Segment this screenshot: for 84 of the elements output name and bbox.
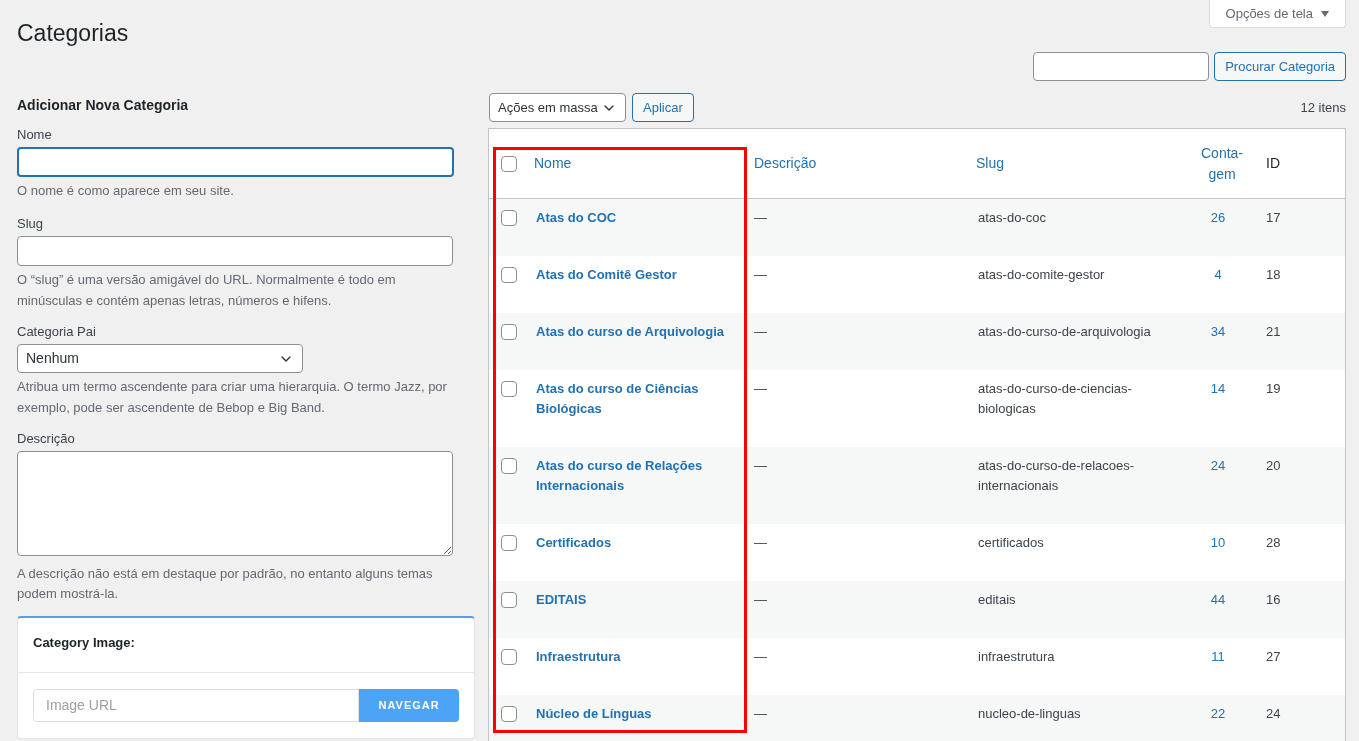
column-header-link[interactable]: Nome [534, 155, 572, 171]
slug-input-field[interactable] [17, 236, 453, 266]
category-name-link[interactable]: Certificados [536, 533, 612, 553]
column-header-link[interactable]: Slug [976, 155, 1005, 171]
apply-button[interactable]: Aplicar [632, 93, 694, 122]
image-url-field[interactable]: Image URL [33, 688, 360, 722]
checkbox[interactable] [501, 155, 517, 172]
table-cell: — [754, 592, 767, 607]
table-cell: — [754, 706, 767, 721]
category-name-link[interactable]: Infraestrutura [536, 647, 621, 667]
table-cell: nucleo-de-linguas [978, 706, 1081, 721]
checkbox[interactable] [501, 267, 517, 283]
table-cell: 28 [1266, 535, 1281, 550]
table-cell: 20 [1266, 458, 1281, 473]
name-input-field[interactable] [17, 147, 454, 177]
category-name-link[interactable]: Atas do curso de Ciências Biológicas [536, 379, 734, 419]
field-hint: O nome é como aparece em seu site. [17, 182, 235, 200]
category-name-link[interactable]: Núcleo de Línguas [536, 704, 652, 724]
table-cell: 21 [1266, 324, 1281, 339]
field-label: Slug [17, 215, 45, 233]
page-title: Categorias [17, 19, 130, 48]
field-hint: A descrição não está em destaque por padrão, no entanto alguns temas podem mostrá-la. [17, 565, 434, 603]
table-cell: 17 [1266, 210, 1281, 225]
field-label: Categoria Pai [17, 323, 97, 341]
bulk-actions-select[interactable]: Ações em massa [489, 93, 626, 122]
table-cell: atas-do-curso-de-ciencias-biologicas [978, 381, 1132, 416]
checkbox[interactable] [501, 535, 517, 551]
post-count-link[interactable]: 44 [1210, 590, 1226, 610]
table-cell: 16 [1266, 592, 1281, 607]
table-cell: 19 [1266, 381, 1281, 396]
category-name-link[interactable]: Atas do curso de Relações Internacionais [536, 456, 734, 496]
column-header: ID [1266, 155, 1280, 171]
post-count-link[interactable]: 22 [1210, 704, 1226, 724]
table-cell: certificados [978, 535, 1044, 550]
table-cell: atas-do-curso-de-relacoes-internacionais [978, 458, 1135, 493]
form-heading: Adicionar Nova Categoria [17, 96, 190, 114]
search-categories-button[interactable]: Procurar Categoria [1214, 52, 1346, 81]
table-cell: atas-do-curso-de-arquivologia [978, 324, 1151, 339]
search-input-field[interactable] [1033, 52, 1210, 81]
field-hint: Atribua um termo ascendente para criar uma hierarquia. O termo Jazz, por exemplo, pode ser ascendente de Bebop e Big Band. [17, 378, 447, 417]
browse-button[interactable]: NAVEGAR [359, 688, 459, 722]
category-name-link[interactable]: EDITAIS [536, 590, 587, 610]
table-cell: infraestrutura [978, 649, 1055, 664]
table-cell: atas-do-coc [978, 210, 1046, 225]
checkbox[interactable] [501, 381, 517, 397]
parent-select[interactable]: Nenhum [17, 344, 303, 373]
column-header-link[interactable]: Conta-gem [1199, 142, 1245, 185]
table-cell: — [754, 324, 767, 339]
checkbox[interactable] [501, 324, 517, 340]
dropdown-triangle-icon [1321, 10, 1329, 17]
checkbox[interactable] [501, 458, 517, 474]
checkbox[interactable] [501, 706, 517, 722]
table-cell: — [754, 381, 767, 396]
post-count-link[interactable]: 10 [1210, 533, 1226, 553]
table-cell: — [754, 458, 767, 473]
field-label: Nome [17, 126, 53, 144]
category-name-link[interactable]: Atas do curso de Arquivologia [536, 322, 725, 342]
post-count-link[interactable]: 24 [1210, 456, 1226, 476]
table-cell: atas-do-comite-gestor [978, 267, 1105, 282]
item-count: 12 itens [1300, 98, 1346, 117]
post-count-link[interactable]: 11 [1211, 647, 1225, 667]
field-hint: O “slug” é uma versão amigável do URL. Normalmente é todo em minúsculas e contém apenas letras, números e hifens. [17, 271, 397, 310]
checkbox[interactable] [501, 592, 517, 608]
post-count-link[interactable]: 26 [1210, 208, 1226, 228]
table-cell: — [754, 267, 767, 282]
field-label: Descrição [17, 430, 76, 448]
description-text-area[interactable] [17, 451, 453, 556]
category-name-link[interactable]: Atas do COC [536, 208, 617, 228]
checkbox[interactable] [501, 649, 517, 665]
card-title: Category Image: [18, 618, 474, 673]
column-header-link[interactable]: Descrição [754, 155, 817, 171]
table-cell: editais [978, 592, 1016, 607]
table-cell: — [754, 535, 767, 550]
post-count-link[interactable]: 4 [1214, 265, 1222, 285]
table-cell: 27 [1266, 649, 1281, 664]
table-cell: 18 [1266, 267, 1281, 282]
table-cell: 24 [1266, 706, 1281, 721]
table-cell: — [754, 210, 767, 225]
category-name-link[interactable]: Atas do Comitê Gestor [536, 265, 677, 285]
post-count-link[interactable]: 34 [1210, 322, 1226, 342]
screen-options-button[interactable]: Opções de tela [1208, 0, 1346, 28]
post-count-link[interactable]: 14 [1210, 379, 1226, 399]
table-cell: — [754, 649, 767, 664]
checkbox[interactable] [501, 210, 517, 226]
